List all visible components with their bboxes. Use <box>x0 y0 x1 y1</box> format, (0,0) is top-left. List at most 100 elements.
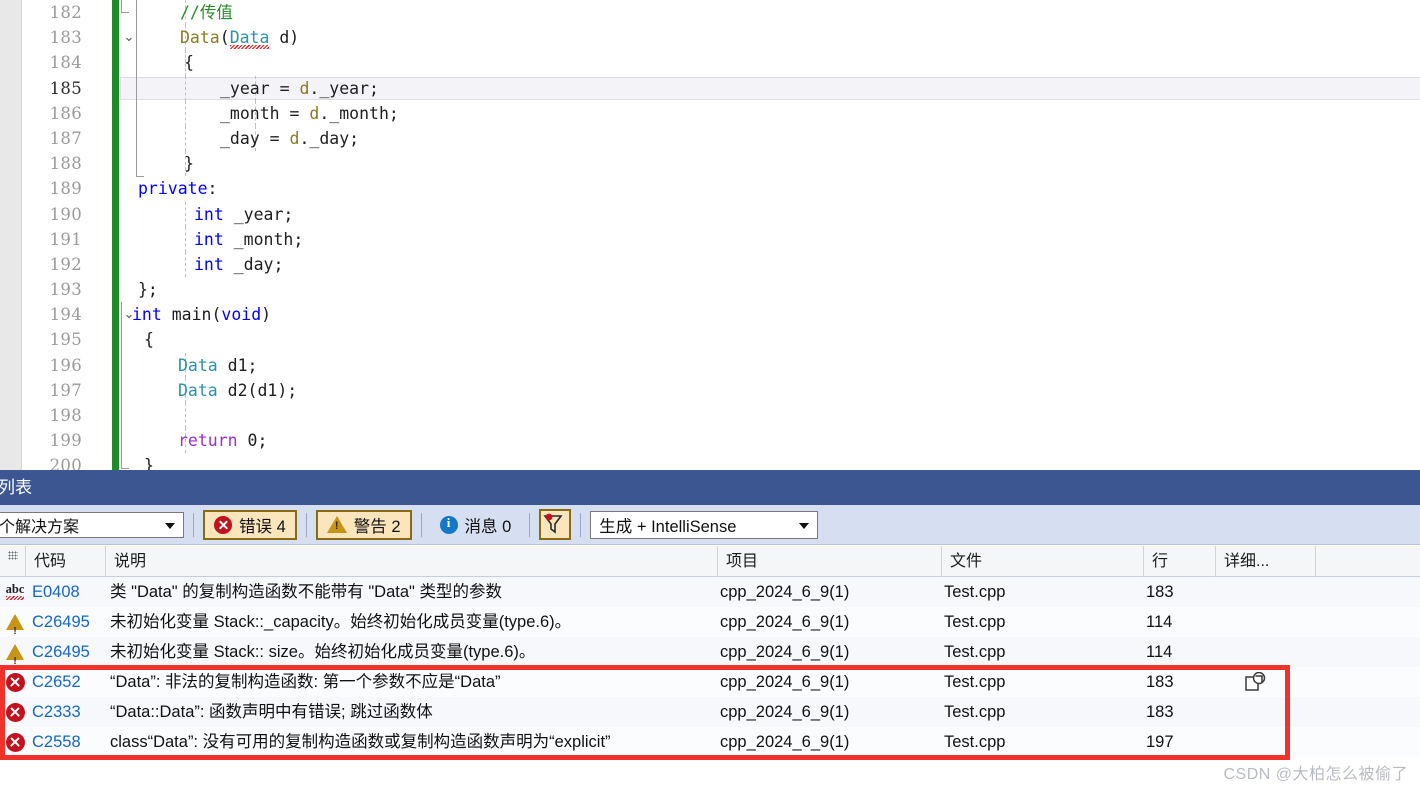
code-text: int _month; <box>194 229 304 249</box>
code-editor[interactable]: 182 //传值 183 ⌄ Data(Data d) 184 {185 _year = d.… <box>0 0 1420 470</box>
error-list-rows[interactable]: abc E0408 类 "Data" 的复制构造函数不能带有 "Data" 类型的参… <box>0 577 1420 757</box>
row-detail <box>1218 697 1318 727</box>
code-line[interactable]: 192 int _day; <box>0 251 1420 278</box>
column-header-code[interactable]: 代码 <box>26 545 106 577</box>
code-text: } <box>184 154 194 174</box>
row-project: cpp_2024_6_9(1) <box>720 643 850 661</box>
column-header-file[interactable]: 文件 <box>942 545 1144 577</box>
code-line[interactable]: 190 int _year; <box>0 201 1420 227</box>
row-severity-icon: abc <box>0 577 30 607</box>
toolbar-separator <box>420 512 422 537</box>
code-text: { <box>184 53 194 73</box>
code-text: }; <box>138 280 158 300</box>
line-number: 190 <box>49 204 82 224</box>
row-code[interactable]: C2333 <box>30 697 108 727</box>
code-text: int _year; <box>194 204 294 224</box>
indent-guide <box>185 251 186 278</box>
code-line[interactable]: 200} <box>0 453 1420 470</box>
errors-filter-button[interactable]: 错误 4 <box>203 509 297 540</box>
scope-dropdown[interactable]: 个解决方案 <box>0 511 184 538</box>
table-row[interactable]: abc E0408 类 "Data" 的复制构造函数不能带有 "Data" 类型的参… <box>0 577 1420 607</box>
block-bracket <box>121 468 129 469</box>
line-number: 186 <box>49 103 82 123</box>
indent-guide <box>185 403 186 429</box>
code-line[interactable]: 187 _day = d._day; <box>0 125 1420 152</box>
row-project: cpp_2024_6_9(1) <box>720 673 850 691</box>
code-line[interactable]: 185 _year = d._year; <box>0 75 1420 101</box>
code-line[interactable]: 195 { <box>0 327 1420 353</box>
change-indicator <box>112 176 119 202</box>
code-line[interactable]: 196 Data d1; <box>0 352 1420 378</box>
code-text: _day = d._day; <box>220 128 360 148</box>
line-number: 194 <box>49 305 82 325</box>
error-icon <box>5 672 25 692</box>
column-header-label: 项目 <box>726 552 759 570</box>
line-number: 195 <box>49 330 82 350</box>
code-line[interactable]: 186 _month = d._month; <box>0 100 1420 126</box>
code-lines: 182 //传值 183 ⌄ Data(Data d) 184 {185 _year = d.… <box>0 0 1420 470</box>
code-text: { <box>144 330 154 350</box>
column-header-line[interactable]: 行 <box>1144 545 1216 577</box>
code-line[interactable]: 194 ⌄ int main(void) <box>0 302 1420 328</box>
change-indicator <box>112 75 119 101</box>
messages-filter-button[interactable]: 消息 0 <box>431 510 521 540</box>
block-bracket <box>136 176 144 177</box>
code-line[interactable]: 199 return 0; <box>0 428 1420 454</box>
block-bracket <box>121 302 129 468</box>
row-line: 114 <box>1146 643 1173 661</box>
code-line[interactable]: 189 private: <box>0 176 1420 202</box>
code-line[interactable]: 188} <box>0 151 1420 177</box>
column-header-label: 代码 <box>34 552 67 570</box>
line-number: 187 <box>49 128 82 148</box>
change-indicator <box>112 428 119 454</box>
line-number: 182 <box>49 3 82 22</box>
column-header-proj[interactable]: 项目 <box>718 545 942 577</box>
table-row[interactable]: C26495未初始化变量 Stack::_capacity。始终初始化成员变量(… <box>0 607 1420 637</box>
change-indicator <box>112 151 119 177</box>
table-row[interactable]: C2652 “Data”: 非法的复制构造函数: 第一个参数不应是“Data” cp… <box>0 667 1420 697</box>
code-text: Data d1; <box>178 355 258 375</box>
code-text: _month = d._month; <box>220 103 399 123</box>
indent-guide <box>185 75 186 101</box>
table-row[interactable]: C2333 “Data::Data”: 函数声明中有错误; 跳过函数体 cpp_20… <box>0 697 1420 727</box>
code-line[interactable]: 182 //传值 <box>0 0 1420 26</box>
code-text: Data d2(d1); <box>178 380 298 400</box>
code-line[interactable]: 198 <box>0 403 1420 429</box>
filter-toggle-button[interactable] <box>539 509 572 540</box>
fold-toggle-icon[interactable]: ⌄ <box>121 25 137 50</box>
row-code[interactable]: C26495 <box>30 637 108 667</box>
indent-guide <box>185 125 186 152</box>
table-row[interactable]: C26495未初始化变量 Stack:: size。始终初始化成员变量(type… <box>0 637 1420 667</box>
row-code[interactable]: C2652 <box>30 667 108 697</box>
copy-detail-icon[interactable] <box>1244 671 1268 694</box>
column-header-icon[interactable] <box>0 545 26 577</box>
code-line[interactable]: 193}; <box>0 277 1420 303</box>
code-line[interactable]: 183 ⌄ Data(Data d) <box>0 25 1420 51</box>
row-detail <box>1218 577 1318 607</box>
build-intellisense-dropdown[interactable]: 生成 + IntelliSense <box>590 510 819 539</box>
line-number: 198 <box>49 406 82 425</box>
change-indicator <box>112 453 119 470</box>
scope-dropdown-value: 个解决方案 <box>0 518 80 536</box>
column-grip-icon <box>8 550 18 560</box>
code-line[interactable]: 184 { <box>0 50 1420 76</box>
line-number: 189 <box>49 179 82 199</box>
code-line[interactable]: 191 int _month; <box>0 226 1420 252</box>
table-row[interactable]: C2558 class“Data”: 没有可用的复制构造函数或复制构造函数声明为“… <box>0 727 1420 757</box>
change-indicator <box>112 100 119 126</box>
row-code[interactable]: E0408 <box>30 577 108 607</box>
row-code[interactable]: C2558 <box>30 727 108 757</box>
line-number: 196 <box>49 355 82 375</box>
code-text: private: <box>138 179 218 199</box>
code-line[interactable]: 197 Data d2(d1); <box>0 377 1420 403</box>
error-list-header: 代码 说明 项目 文件 行 详细... <box>0 545 1420 577</box>
change-indicator <box>112 327 119 353</box>
column-header-detail[interactable]: 详细... <box>1216 545 1316 577</box>
error-list-panel-title: 列表 <box>0 470 1420 505</box>
column-header-desc[interactable]: 说明 <box>106 545 718 577</box>
chevron-down-icon <box>165 522 175 529</box>
change-indicator <box>112 0 119 26</box>
error-list-toolbar: 个解决方案 错误 4 警告 2 消息 0 生成 + Intel <box>0 505 1420 545</box>
warnings-filter-button[interactable]: 警告 2 <box>315 509 412 540</box>
row-code[interactable]: C26495 <box>30 607 108 637</box>
